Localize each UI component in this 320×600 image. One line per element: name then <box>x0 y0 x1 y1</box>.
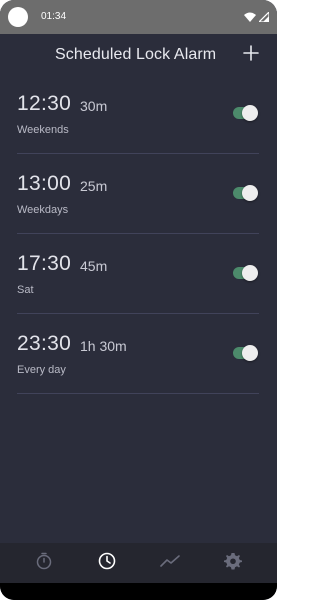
plus-icon <box>243 44 259 66</box>
alarm-duration: 25m <box>80 178 108 194</box>
toggle-knob <box>242 265 258 281</box>
alarm-time: 12:30 <box>17 92 72 115</box>
alarm-days: Sat <box>17 284 34 296</box>
alarm-duration: 30m <box>80 98 108 114</box>
app-header: Scheduled Lock Alarm <box>0 34 277 78</box>
trend-chart-icon <box>160 554 180 573</box>
alarm-list: 12:30 30m Weekends 13:00 25m Weekdays 17… <box>17 74 259 394</box>
status-bar: 01:34 <box>0 0 277 34</box>
alarm-toggle[interactable] <box>233 105 258 121</box>
timer-icon <box>35 552 53 575</box>
alarm-item[interactable]: 17:30 45m Sat <box>17 234 259 314</box>
wifi-icon <box>244 12 256 22</box>
bottom-nav <box>0 543 277 583</box>
nav-timer[interactable] <box>24 543 64 583</box>
add-alarm-button[interactable] <box>239 43 263 67</box>
nav-statistics[interactable] <box>150 543 190 583</box>
signal-icon <box>259 12 269 22</box>
system-nav-bar <box>0 583 277 600</box>
alarm-item[interactable]: 13:00 25m Weekdays <box>17 154 259 234</box>
alarm-time: 23:30 <box>17 332 72 355</box>
alarm-duration: 45m <box>80 258 108 274</box>
alarm-duration: 1h 30m <box>80 338 127 354</box>
alarm-toggle[interactable] <box>233 185 258 201</box>
nav-schedule[interactable] <box>87 543 127 583</box>
alarm-days: Every day <box>17 364 66 376</box>
clock-icon <box>98 552 116 575</box>
alarm-item[interactable]: 23:30 1h 30m Every day <box>17 314 259 394</box>
alarm-days: Weekdays <box>17 204 69 216</box>
alarm-time: 17:30 <box>17 252 72 275</box>
status-time: 01:34 <box>41 11 67 22</box>
toggle-knob <box>242 185 258 201</box>
alarm-time: 13:00 <box>17 172 72 195</box>
nav-settings[interactable] <box>213 543 253 583</box>
alarm-toggle[interactable] <box>233 265 258 281</box>
toggle-knob <box>242 345 258 361</box>
status-icons <box>244 11 269 23</box>
status-notification-dot <box>8 7 28 27</box>
toggle-knob <box>242 105 258 121</box>
alarm-days: Weekends <box>17 124 69 136</box>
page-title: Scheduled Lock Alarm <box>55 46 217 63</box>
app-screen: 01:34 Scheduled Lock Alarm 12:30 30m Wee… <box>0 0 277 600</box>
gear-icon <box>224 552 243 575</box>
alarm-toggle[interactable] <box>233 345 258 361</box>
alarm-item[interactable]: 12:30 30m Weekends <box>17 74 259 154</box>
